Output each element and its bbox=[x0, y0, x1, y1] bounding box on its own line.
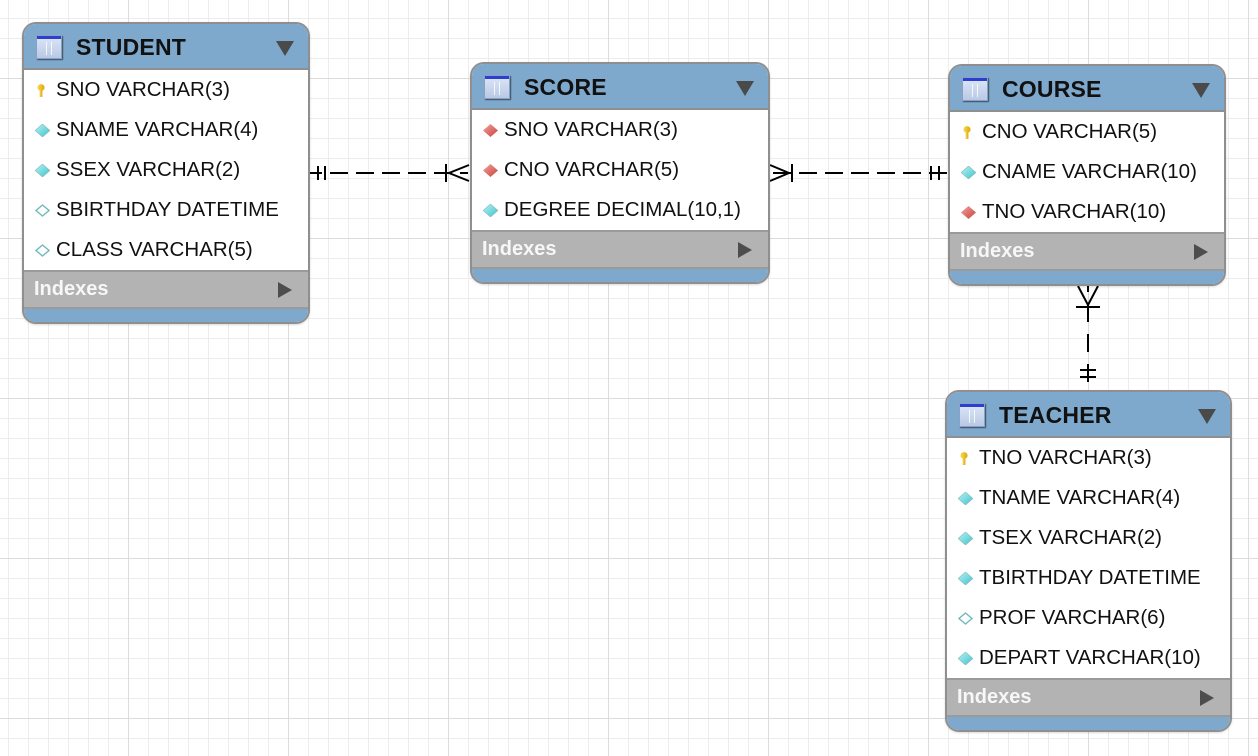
foreign-key-icon bbox=[961, 206, 976, 219]
relationship-course-score[interactable] bbox=[769, 164, 947, 182]
collapse-arrow-icon[interactable] bbox=[736, 81, 754, 96]
column-row[interactable]: CNAME VARCHAR(10) bbox=[950, 152, 1224, 192]
entity-student[interactable]: STUDENT SNO VARCHAR(3) SNAME VARCHAR(4) SS… bbox=[22, 22, 310, 324]
table-icon bbox=[959, 403, 985, 427]
entity-title: COURSE bbox=[1002, 76, 1102, 102]
column-row[interactable]: TSEX VARCHAR(2) bbox=[947, 518, 1230, 558]
table-icon bbox=[36, 35, 62, 59]
primary-key-icon bbox=[961, 126, 976, 139]
column-list: SNO VARCHAR(3) CNO VARCHAR(5) DEGREE DECIM… bbox=[472, 110, 768, 230]
nullable-column-icon bbox=[34, 244, 51, 257]
entity-title: STUDENT bbox=[76, 34, 187, 60]
column-name: TNO VARCHAR(10) bbox=[982, 200, 1167, 223]
column-row[interactable]: CNO VARCHAR(5) bbox=[472, 150, 768, 190]
not-null-column-icon bbox=[34, 123, 51, 138]
column-row[interactable]: TNO VARCHAR(10) bbox=[950, 192, 1224, 232]
not-null-column-icon bbox=[957, 491, 974, 506]
entity-header[interactable]: COURSE bbox=[950, 66, 1224, 112]
column-name: DEGREE DECIMAL(10,1) bbox=[504, 198, 741, 221]
not-null-column-icon bbox=[957, 571, 974, 586]
relationship-student-score[interactable] bbox=[310, 164, 470, 182]
relationship-teacher-course[interactable] bbox=[1076, 285, 1100, 389]
column-row[interactable]: SNO VARCHAR(3) bbox=[472, 110, 768, 150]
entity-footer bbox=[950, 271, 1224, 284]
column-list: CNO VARCHAR(5) CNAME VARCHAR(10) TNO VARCH… bbox=[950, 112, 1224, 232]
not-null-column-icon bbox=[957, 531, 974, 546]
column-row[interactable]: SSEX VARCHAR(2) bbox=[24, 150, 308, 190]
column-name: SBIRTHDAY DATETIME bbox=[56, 198, 279, 221]
entity-header[interactable]: SCORE bbox=[472, 64, 768, 110]
column-list: TNO VARCHAR(3) TNAME VARCHAR(4) TSEX VARCH… bbox=[947, 438, 1230, 678]
column-row[interactable]: DEPART VARCHAR(10) bbox=[947, 638, 1230, 678]
indexes-section[interactable]: Indexes bbox=[947, 678, 1230, 717]
foreign-key-icon bbox=[483, 164, 498, 177]
column-row[interactable]: SNO VARCHAR(3) bbox=[24, 70, 308, 110]
column-list: SNO VARCHAR(3) SNAME VARCHAR(4) SSEX VARCH… bbox=[24, 70, 308, 270]
column-name: CLASS VARCHAR(5) bbox=[56, 238, 253, 261]
column-name: SNO VARCHAR(3) bbox=[504, 118, 678, 141]
foreign-key-icon bbox=[483, 124, 498, 137]
expand-arrow-icon[interactable] bbox=[738, 242, 752, 258]
indexes-section[interactable]: Indexes bbox=[472, 230, 768, 269]
indexes-label: Indexes bbox=[957, 686, 1032, 708]
crowfoot-many-mark bbox=[446, 164, 470, 182]
indexes-label: Indexes bbox=[482, 238, 557, 260]
not-null-column-icon bbox=[34, 163, 51, 178]
column-row[interactable]: SBIRTHDAY DATETIME bbox=[24, 190, 308, 230]
entity-footer bbox=[947, 717, 1230, 730]
column-row[interactable]: CNO VARCHAR(5) bbox=[950, 112, 1224, 152]
column-name: PROF VARCHAR(6) bbox=[979, 606, 1166, 629]
not-null-column-icon bbox=[960, 165, 977, 180]
column-row[interactable]: PROF VARCHAR(6) bbox=[947, 598, 1230, 638]
expand-arrow-icon[interactable] bbox=[1194, 244, 1208, 260]
indexes-label: Indexes bbox=[960, 240, 1035, 262]
column-name: DEPART VARCHAR(10) bbox=[979, 646, 1201, 669]
entity-score[interactable]: SCORE SNO VARCHAR(3) CNO VARCHAR(5) DEGREE… bbox=[470, 62, 770, 284]
entity-title: SCORE bbox=[524, 74, 607, 100]
indexes-section[interactable]: Indexes bbox=[24, 270, 308, 309]
column-row[interactable]: SNAME VARCHAR(4) bbox=[24, 110, 308, 150]
entity-header[interactable]: STUDENT bbox=[24, 24, 308, 70]
column-name: TNO VARCHAR(3) bbox=[979, 446, 1152, 469]
expand-arrow-icon[interactable] bbox=[278, 282, 292, 298]
column-row[interactable]: TNO VARCHAR(3) bbox=[947, 438, 1230, 478]
column-name: TNAME VARCHAR(4) bbox=[979, 486, 1181, 509]
entity-footer bbox=[24, 309, 308, 322]
collapse-arrow-icon[interactable] bbox=[276, 41, 294, 56]
column-name: CNO VARCHAR(5) bbox=[504, 158, 680, 181]
column-name: SSEX VARCHAR(2) bbox=[56, 158, 241, 181]
column-row[interactable]: TNAME VARCHAR(4) bbox=[947, 478, 1230, 518]
not-null-column-icon bbox=[482, 203, 499, 218]
column-name: TBIRTHDAY DATETIME bbox=[979, 566, 1201, 589]
column-row[interactable]: CLASS VARCHAR(5) bbox=[24, 230, 308, 270]
collapse-arrow-icon[interactable] bbox=[1192, 83, 1210, 98]
not-null-column-icon bbox=[957, 651, 974, 666]
entity-footer bbox=[472, 269, 768, 282]
primary-key-icon bbox=[958, 452, 973, 465]
column-row[interactable]: TBIRTHDAY DATETIME bbox=[947, 558, 1230, 598]
indexes-section[interactable]: Indexes bbox=[950, 232, 1224, 271]
nullable-column-icon bbox=[34, 204, 51, 217]
column-name: TSEX VARCHAR(2) bbox=[979, 526, 1163, 549]
table-icon bbox=[484, 75, 510, 99]
column-name: CNAME VARCHAR(10) bbox=[982, 160, 1197, 183]
crowfoot-many-mark bbox=[769, 164, 792, 182]
entity-title: TEACHER bbox=[999, 402, 1112, 428]
table-icon bbox=[962, 77, 988, 101]
entity-header[interactable]: TEACHER bbox=[947, 392, 1230, 438]
primary-key-icon bbox=[35, 84, 50, 97]
column-name: SNO VARCHAR(3) bbox=[56, 78, 230, 101]
expand-arrow-icon[interactable] bbox=[1200, 690, 1214, 706]
entity-course[interactable]: COURSE CNO VARCHAR(5) CNAME VARCHAR(10) TN… bbox=[948, 64, 1226, 286]
entity-teacher[interactable]: TEACHER TNO VARCHAR(3) TNAME VARCHAR(4) TS… bbox=[945, 390, 1232, 732]
collapse-arrow-icon[interactable] bbox=[1198, 409, 1216, 424]
column-name: SNAME VARCHAR(4) bbox=[56, 118, 259, 141]
nullable-column-icon bbox=[957, 612, 974, 625]
indexes-label: Indexes bbox=[34, 278, 109, 300]
crowfoot-many-mark bbox=[1077, 285, 1099, 308]
column-row[interactable]: DEGREE DECIMAL(10,1) bbox=[472, 190, 768, 230]
column-name: CNO VARCHAR(5) bbox=[982, 120, 1158, 143]
